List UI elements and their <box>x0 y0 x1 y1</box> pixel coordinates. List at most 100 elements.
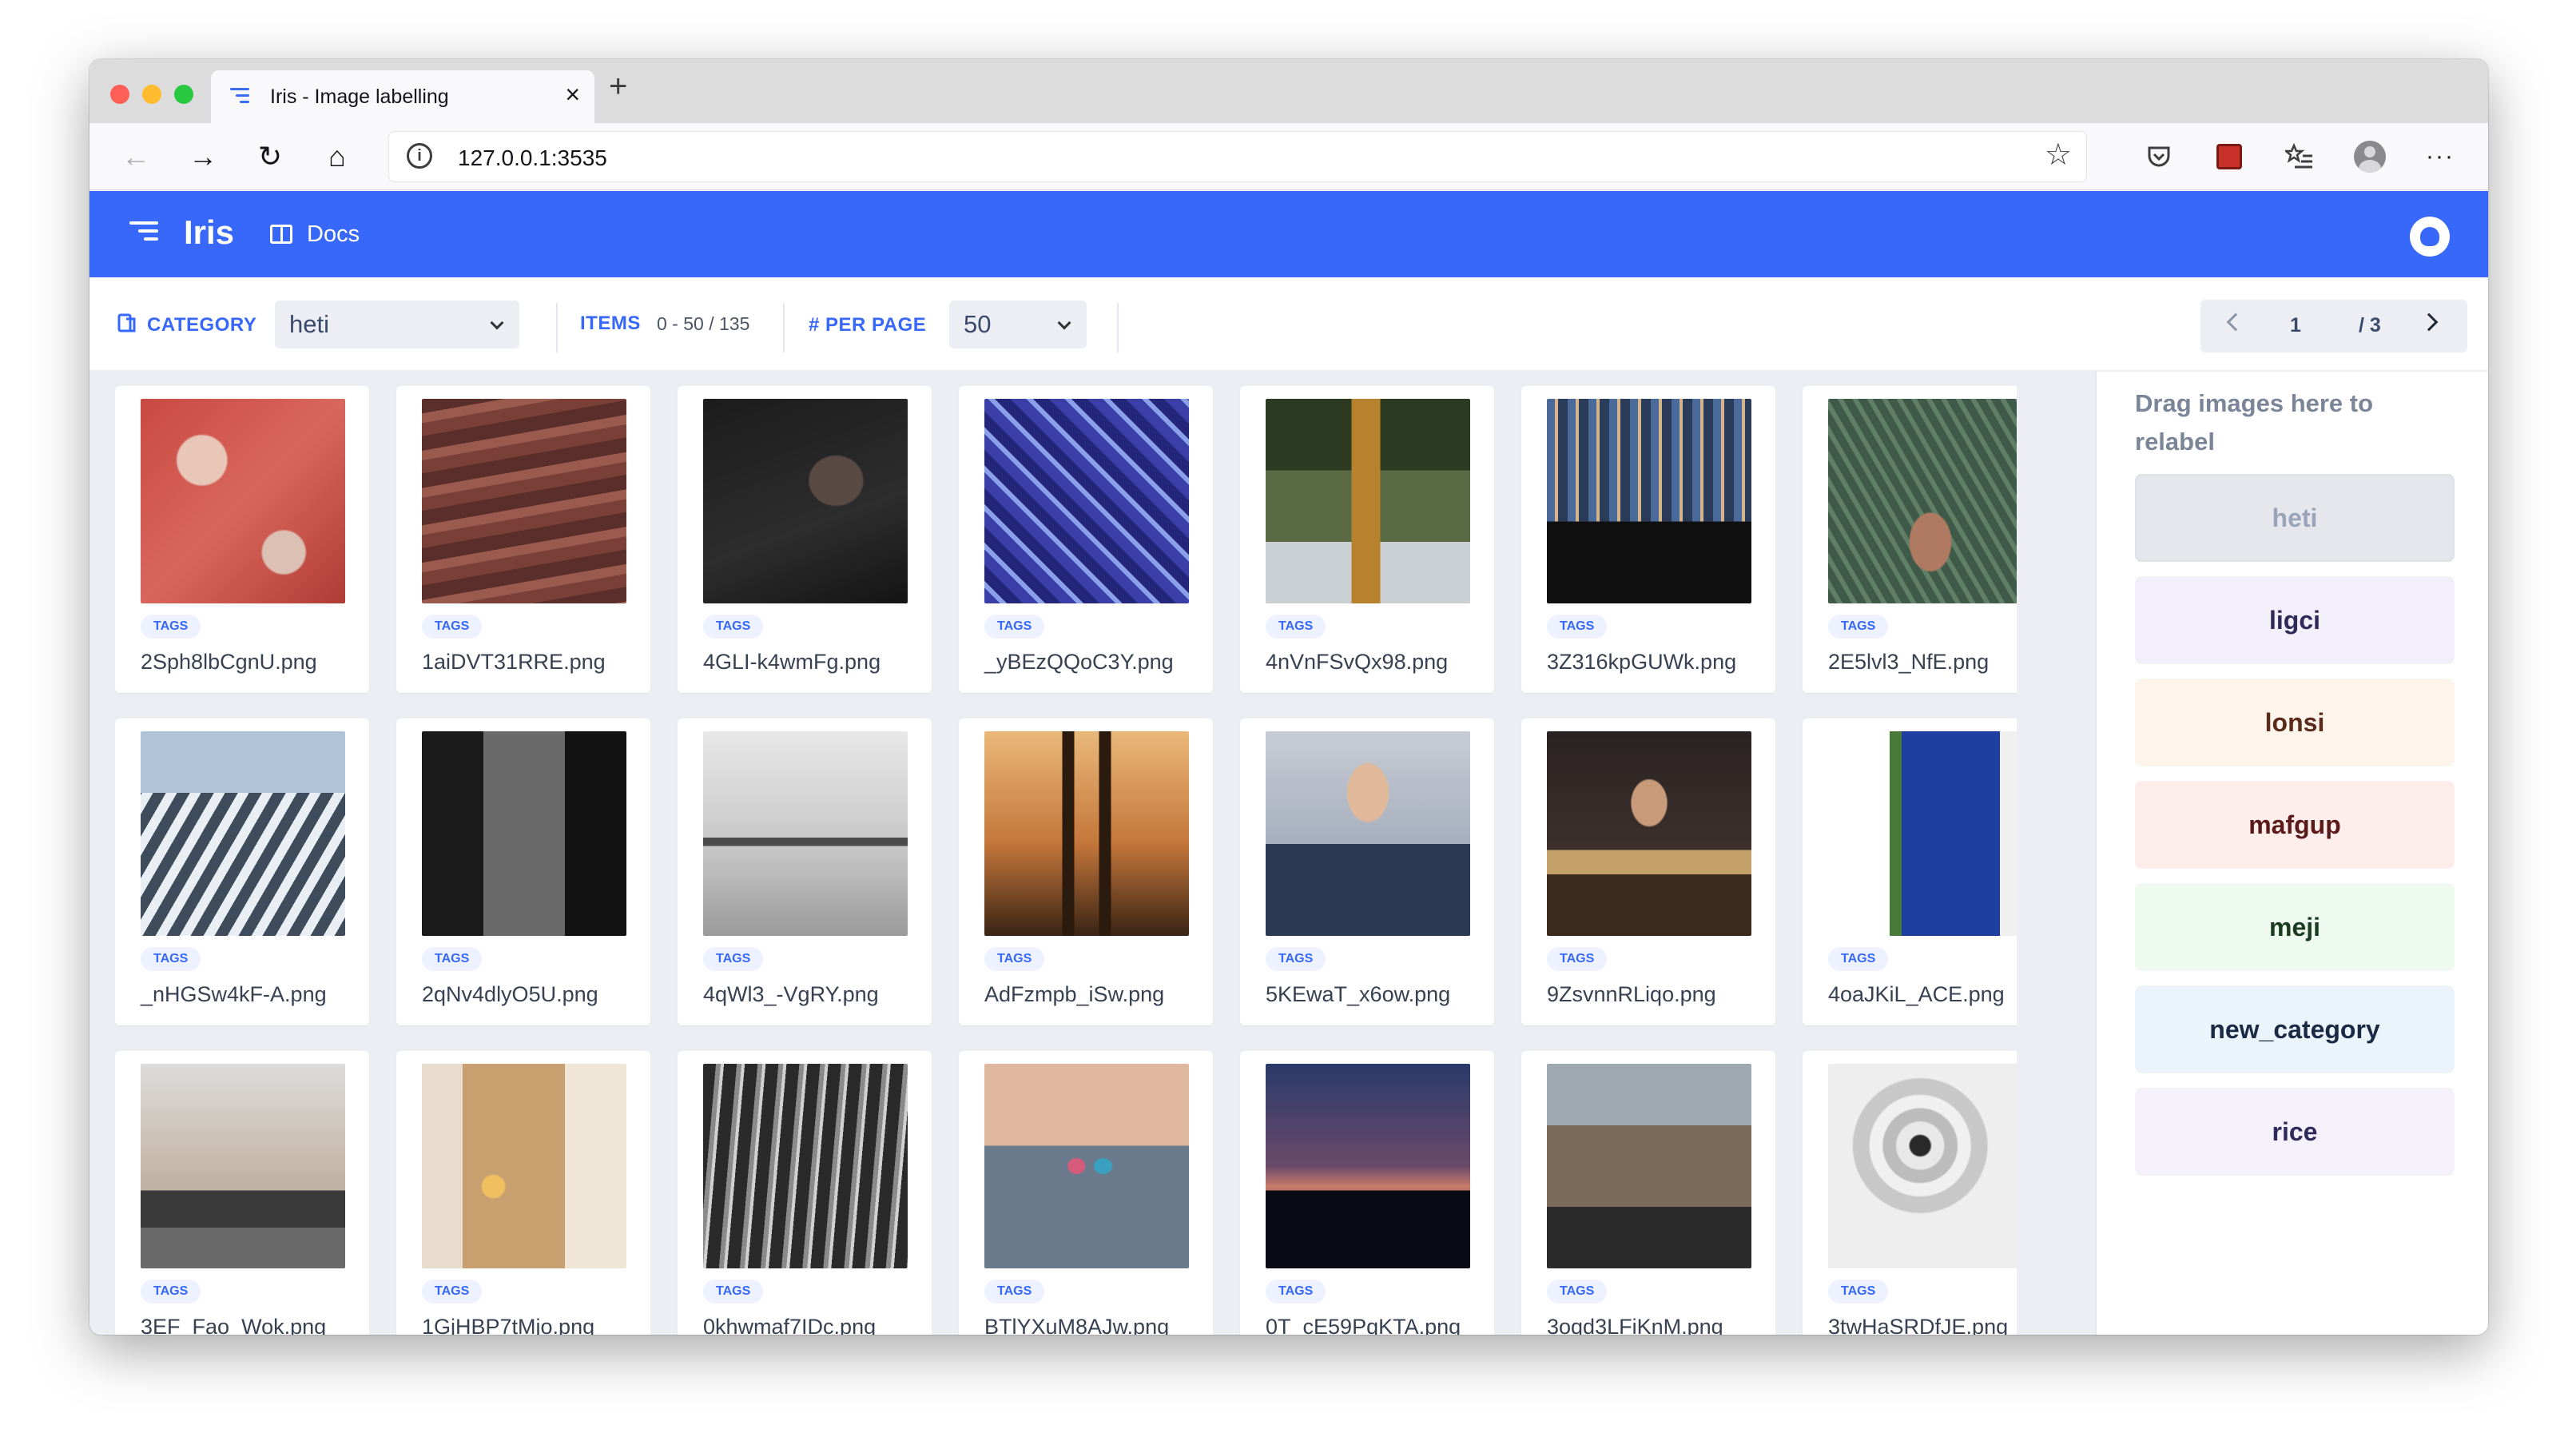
category-drop-target[interactable]: heti <box>2135 474 2455 562</box>
tags-badge[interactable]: TAGS <box>984 615 1045 639</box>
category-drop-target[interactable]: ligci <box>2135 576 2455 664</box>
tags-badge[interactable]: TAGS <box>1266 1280 1326 1304</box>
image-thumbnail[interactable] <box>422 1064 626 1268</box>
site-info-icon[interactable]: i <box>407 143 432 169</box>
back-arrow-icon[interactable]: ← <box>113 134 158 179</box>
close-window-button[interactable] <box>110 85 129 104</box>
image-thumbnail[interactable] <box>1828 731 2017 936</box>
image-card[interactable]: TAGS 4oaJKiL_ACE.png <box>1803 719 2017 1025</box>
next-page-icon[interactable] <box>2419 312 2439 332</box>
image-card[interactable]: TAGS BTlYXuM8AJw.png <box>959 1051 1213 1335</box>
category-drop-target[interactable]: new_category <box>2135 985 2455 1073</box>
app-title[interactable]: Iris <box>184 213 234 252</box>
image-card[interactable]: TAGS 3Z316kpGUWk.png <box>1521 386 1775 693</box>
iris-logo-icon[interactable] <box>129 221 158 247</box>
image-thumbnail[interactable] <box>1547 399 1751 603</box>
bookmark-star-icon[interactable]: ☆ <box>2045 137 2072 173</box>
image-filename: 2qNv4dlyO5U.png <box>422 982 598 1006</box>
image-card[interactable]: TAGS 3EF_Fao_Wok.png <box>115 1051 369 1335</box>
minimize-window-button[interactable] <box>142 85 161 104</box>
image-card[interactable]: TAGS 4GLI-k4wmFg.png <box>678 386 932 693</box>
url-text[interactable]: 127.0.0.1:3535 <box>458 145 607 171</box>
image-card[interactable]: TAGS 5KEwaT_x6ow.png <box>1240 719 1494 1025</box>
tags-badge[interactable]: TAGS <box>141 615 201 639</box>
tags-badge[interactable]: TAGS <box>984 1280 1045 1304</box>
tags-badge[interactable]: TAGS <box>1266 947 1326 971</box>
tags-badge[interactable]: TAGS <box>422 615 483 639</box>
tags-badge[interactable]: TAGS <box>703 947 764 971</box>
tab-close-icon[interactable]: × <box>565 82 580 107</box>
image-thumbnail[interactable] <box>1266 731 1470 936</box>
tags-badge[interactable]: TAGS <box>141 947 201 971</box>
tags-badge[interactable]: TAGS <box>703 1280 764 1304</box>
image-card[interactable]: TAGS 2Sph8lbCgnU.png <box>115 386 369 693</box>
image-card[interactable]: TAGS 0khwmaf7IDc.png <box>678 1051 932 1335</box>
maximize-window-button[interactable] <box>174 85 193 104</box>
github-icon[interactable] <box>2410 217 2450 257</box>
tags-badge[interactable]: TAGS <box>422 1280 483 1304</box>
image-thumbnail[interactable] <box>141 1064 345 1268</box>
docs-link[interactable]: Docs <box>307 221 360 248</box>
image-thumbnail[interactable] <box>1547 1064 1751 1268</box>
image-thumbnail[interactable] <box>141 731 345 936</box>
image-thumbnail[interactable] <box>703 731 908 936</box>
tags-badge[interactable]: TAGS <box>422 947 483 971</box>
image-card[interactable]: TAGS 0T_cE59PqKTA.png <box>1240 1051 1494 1335</box>
image-thumbnail[interactable] <box>984 1064 1189 1268</box>
tags-badge[interactable]: TAGS <box>141 1280 201 1304</box>
image-card[interactable]: TAGS 4qWl3_-VgRY.png <box>678 719 932 1025</box>
image-thumbnail[interactable] <box>422 731 626 936</box>
tags-badge[interactable]: TAGS <box>1547 947 1608 971</box>
tags-badge[interactable]: TAGS <box>1547 615 1608 639</box>
tags-badge[interactable]: TAGS <box>984 947 1045 971</box>
image-card[interactable]: TAGS 3twHaSRDfJE.png <box>1803 1051 2017 1335</box>
browser-tab[interactable]: Iris - Image labelling × <box>211 70 594 123</box>
tags-badge[interactable]: TAGS <box>1547 1280 1608 1304</box>
reading-list-icon[interactable] <box>2277 134 2322 179</box>
account-avatar-icon[interactable] <box>2347 134 2392 179</box>
new-tab-button[interactable]: + <box>609 70 627 102</box>
image-card[interactable]: TAGS 3oqd3LFiKnM.png <box>1521 1051 1775 1335</box>
image-card[interactable]: TAGS 2E5lvl3_NfE.png <box>1803 386 2017 693</box>
image-thumbnail[interactable] <box>984 399 1189 603</box>
category-drop-target[interactable]: rice <box>2135 1088 2455 1176</box>
tags-badge[interactable]: TAGS <box>1828 615 1889 639</box>
image-card[interactable]: TAGS AdFzmpb_iSw.png <box>959 719 1213 1025</box>
image-thumbnail[interactable] <box>1828 1064 2017 1268</box>
image-card[interactable]: TAGS _nHGSw4kF-A.png <box>115 719 369 1025</box>
image-card[interactable]: TAGS 1GjHBP7tMjo.png <box>396 1051 650 1335</box>
image-card[interactable]: TAGS 4nVnFSvQx98.png <box>1240 386 1494 693</box>
home-icon[interactable]: ⌂ <box>315 134 360 179</box>
image-card[interactable]: TAGS 9ZsvnnRLiqo.png <box>1521 719 1775 1025</box>
image-thumbnail[interactable] <box>703 399 908 603</box>
image-thumbnail[interactable] <box>141 399 345 603</box>
prev-page-icon[interactable] <box>2226 312 2245 332</box>
image-thumbnail[interactable] <box>1266 399 1470 603</box>
menu-more-icon[interactable]: ··· <box>2418 134 2463 179</box>
image-thumbnail[interactable] <box>1547 731 1751 936</box>
category-select[interactable]: heti <box>275 301 519 348</box>
book-icon[interactable] <box>270 225 292 244</box>
image-card[interactable]: TAGS 2qNv4dlyO5U.png <box>396 719 650 1025</box>
pocket-icon[interactable] <box>2137 134 2181 179</box>
category-drop-target[interactable]: meji <box>2135 883 2455 971</box>
tags-badge[interactable]: TAGS <box>1828 947 1889 971</box>
image-thumbnail[interactable] <box>984 731 1189 936</box>
tags-badge[interactable]: TAGS <box>1828 1280 1889 1304</box>
image-card[interactable]: TAGS _yBEzQQoC3Y.png <box>959 386 1213 693</box>
forward-arrow-icon[interactable]: → <box>181 134 225 179</box>
image-thumbnail[interactable] <box>1266 1064 1470 1268</box>
image-thumbnail[interactable] <box>1828 399 2017 603</box>
extension-icon[interactable] <box>2207 134 2252 179</box>
address-bar[interactable]: i 127.0.0.1:3535 ☆ <box>388 131 2087 182</box>
category-drop-target[interactable]: mafgup <box>2135 781 2455 869</box>
tags-badge[interactable]: TAGS <box>1266 615 1326 639</box>
tags-badge[interactable]: TAGS <box>703 615 764 639</box>
current-page[interactable]: 1 <box>2290 314 2301 337</box>
category-drop-target[interactable]: lonsi <box>2135 679 2455 766</box>
image-card[interactable]: TAGS 1aiDVT31RRE.png <box>396 386 650 693</box>
reload-icon[interactable]: ↻ <box>248 134 292 179</box>
image-thumbnail[interactable] <box>422 399 626 603</box>
per-page-select[interactable]: 50 <box>949 301 1087 348</box>
image-thumbnail[interactable] <box>703 1064 908 1268</box>
